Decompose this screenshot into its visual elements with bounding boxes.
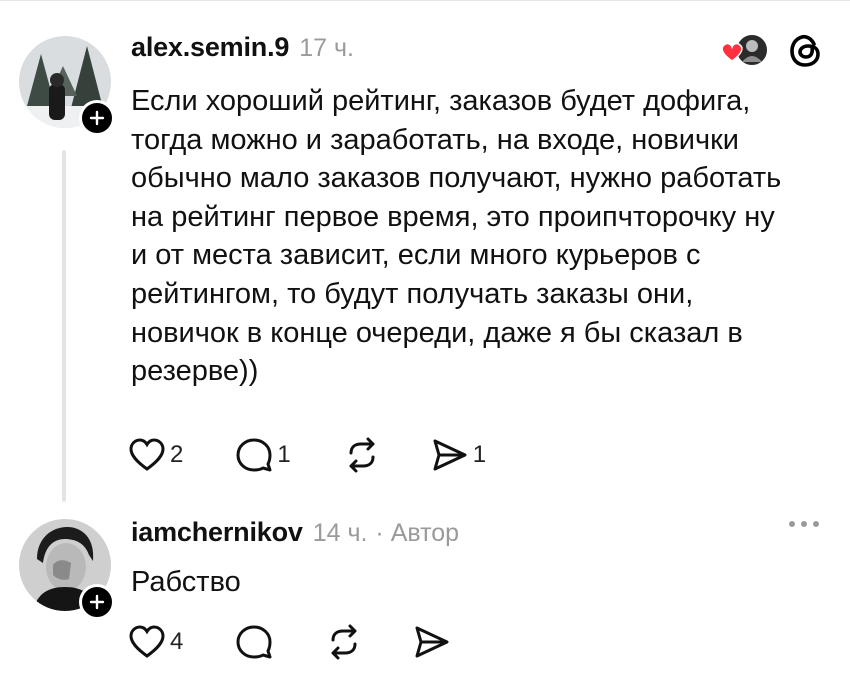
send-icon bbox=[433, 439, 467, 471]
username[interactable]: iamchernikov bbox=[131, 517, 303, 548]
comment-actions: 4 bbox=[128, 624, 451, 660]
repost-arrows-icon bbox=[331, 624, 357, 660]
share-button[interactable] bbox=[413, 624, 451, 660]
like-button[interactable]: 2 bbox=[128, 437, 183, 473]
more-dots-icon bbox=[813, 521, 819, 527]
username[interactable]: alex.semin.9 bbox=[131, 32, 289, 63]
share-count: 1 bbox=[472, 441, 487, 468]
comment-header: iamchernikov 14 ч. · Автор bbox=[131, 517, 459, 548]
reaction-indicator[interactable] bbox=[712, 30, 772, 70]
comment-text: Рабство bbox=[131, 566, 241, 598]
threads-logo-icon bbox=[790, 34, 820, 67]
reply-count: 1 bbox=[277, 441, 291, 468]
timestamp: 14 ч. bbox=[312, 519, 368, 547]
author-badge: · Автор bbox=[375, 519, 460, 547]
liked-by-author-icon bbox=[721, 33, 769, 67]
comment-header: alex.semin.9 17 ч. bbox=[131, 32, 354, 63]
like-count: 4 bbox=[170, 628, 184, 655]
thread-connector-line bbox=[62, 150, 66, 502]
more-dots-icon bbox=[789, 521, 795, 527]
speech-bubble-icon bbox=[236, 438, 272, 472]
like-count: 2 bbox=[170, 441, 184, 468]
comment-text: Если хороший рейтинг, заказов будет дофи… bbox=[131, 85, 782, 388]
like-button[interactable]: 4 bbox=[128, 624, 183, 660]
comment-actions: 2 1 1 bbox=[128, 437, 486, 473]
reply-button[interactable] bbox=[235, 624, 273, 660]
heart-outline-icon bbox=[129, 438, 165, 471]
top-divider bbox=[0, 0, 850, 1]
follow-button[interactable] bbox=[79, 584, 115, 620]
plus-icon bbox=[89, 594, 105, 610]
reply-button[interactable]: 1 bbox=[235, 437, 291, 473]
threads-logo-button[interactable] bbox=[787, 32, 825, 75]
send-icon bbox=[415, 626, 449, 658]
plus-icon bbox=[89, 110, 105, 126]
repost-button[interactable] bbox=[325, 624, 363, 660]
follow-button[interactable] bbox=[79, 100, 115, 136]
more-options-button[interactable] bbox=[789, 521, 819, 527]
share-button[interactable]: 1 bbox=[431, 437, 486, 473]
repost-button[interactable] bbox=[343, 437, 381, 473]
heart-outline-icon bbox=[129, 625, 165, 658]
timestamp: 17 ч. bbox=[299, 34, 354, 62]
repost-arrows-icon bbox=[349, 437, 375, 473]
speech-bubble-icon bbox=[236, 625, 272, 659]
more-dots-icon bbox=[801, 521, 807, 527]
